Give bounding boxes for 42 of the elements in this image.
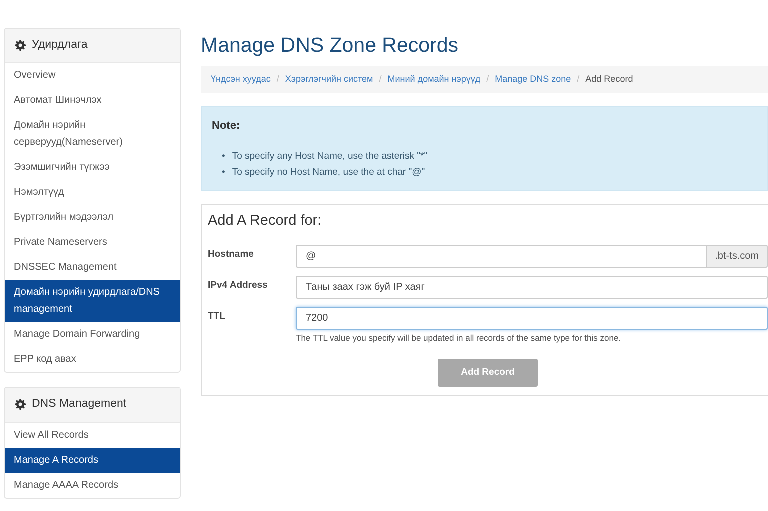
breadcrumb-separator: / (577, 72, 580, 86)
field-label: Hostname (208, 248, 255, 262)
panel-title: Удирдлага (32, 38, 88, 53)
panel-title: DNS Management (32, 397, 127, 412)
sidebar-item[interactable]: View All Records (5, 422, 180, 448)
note-item: To specify any Host Name, use the asterisk "*" (232, 150, 428, 164)
sidebar-item[interactable]: Overview (5, 63, 180, 88)
sidebar-item[interactable]: Manage A Records (5, 448, 180, 472)
breadcrumb-link[interactable]: Үндсэн хуудас (211, 72, 271, 86)
form-title: Add A Record for: (208, 212, 323, 232)
sidebar-item[interactable]: Эзэмшигчийн түгжээ (5, 155, 180, 180)
breadcrumb-separator: / (276, 72, 280, 86)
sidebar-item[interactable]: Manage AAAA Records (5, 472, 180, 498)
breadcrumb-link[interactable]: Миний домайн нэрүүд (388, 72, 481, 86)
bullet-mark: • (222, 150, 226, 164)
bullet-mark: • (222, 166, 226, 180)
breadcrumb-separator: / (486, 72, 490, 86)
sidebar-item[interactable]: EPP код авах (5, 347, 180, 372)
page-title: Manage DNS Zone Records (201, 34, 460, 59)
help-text: The TTL value you specify will be updated in all records of the same type for this zone. (296, 332, 622, 345)
sidebar-item[interactable]: DNSSEC Management (5, 255, 180, 280)
sidebar-item[interactable]: Private Nameservers (5, 230, 180, 256)
breadcrumb-link[interactable]: Manage DNS zone (495, 72, 572, 86)
sidebar-item[interactable]: Бүртгэлийн мэдээлэл (5, 205, 180, 230)
sidebar-item[interactable]: Домайн нэрийн удирдлага/DNS management (5, 280, 180, 322)
domain-suffix: .bt-ts.com (706, 245, 768, 268)
sidebar-item[interactable]: Домайн нэрийн серверууд(Nameserver) (5, 113, 180, 156)
input-field[interactable]: Таны заах гэж буй IP хаяг (296, 276, 768, 300)
field-label: TTL (208, 310, 226, 324)
field-label: IPv4 Address (208, 279, 269, 294)
breadcrumb-current: Add Record (586, 72, 634, 86)
input-field[interactable]: @ (296, 245, 708, 268)
sidebar-item[interactable]: Автомат Шинэчлэх (5, 88, 180, 114)
input-field[interactable]: 7200 (296, 307, 768, 330)
breadcrumb-link[interactable]: Хэрэглэгчийн систем (285, 72, 374, 86)
gear-icon (15, 40, 26, 52)
gear-icon (15, 399, 26, 410)
note-item: To specify no Host Name, use the at char "@" (232, 166, 426, 180)
note-title: Note: (212, 120, 242, 134)
sidebar-item[interactable]: Нэмэлтүүд (5, 180, 180, 206)
breadcrumb-separator: / (379, 72, 382, 86)
sidebar-item[interactable]: Manage Domain Forwarding (5, 322, 180, 348)
